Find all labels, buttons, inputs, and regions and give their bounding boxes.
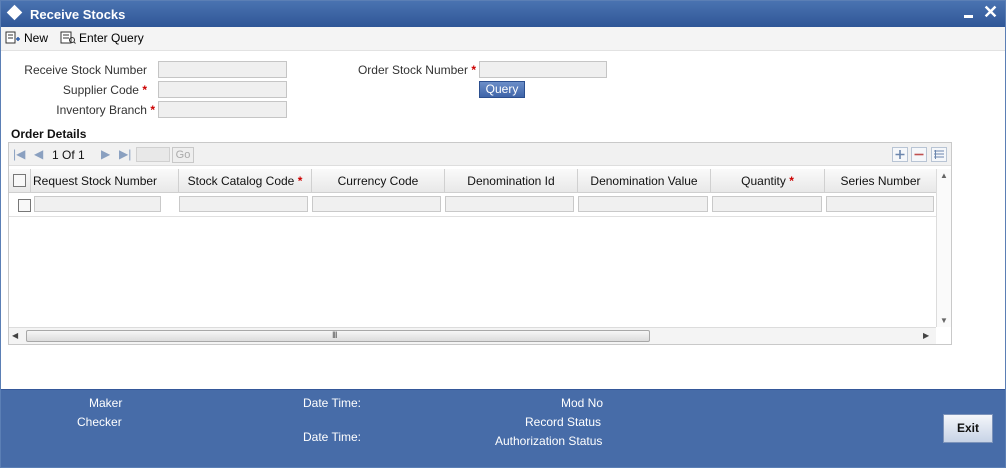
col-currency-code: Currency Code: [337, 174, 419, 188]
order-stock-number-label-text: Order Stock Number: [357, 63, 468, 77]
required-marker: *: [297, 174, 303, 188]
denomination-value-cell[interactable]: [578, 196, 708, 212]
scroll-down-icon[interactable]: ▼: [940, 316, 948, 325]
order-details-grid: |◀ ◀ 1 Of 1 ▶ ▶| Go Request Stock Number…: [8, 142, 952, 345]
page-number-input[interactable]: [136, 147, 170, 162]
last-page-icon[interactable]: ▶|: [119, 147, 131, 161]
inventory-branch-input[interactable]: [158, 101, 287, 118]
quantity-cell[interactable]: [712, 196, 822, 212]
receive-stock-number-input[interactable]: [158, 61, 287, 78]
new-record-icon: [5, 31, 20, 44]
next-page-icon[interactable]: ▶: [101, 147, 110, 161]
add-row-icon[interactable]: [892, 147, 908, 162]
row-divider: [9, 216, 936, 217]
required-marker: *: [789, 174, 794, 188]
maker-label: Maker: [89, 396, 123, 410]
checker-label: Checker: [77, 415, 122, 429]
total-pages: 1: [78, 148, 85, 162]
record-status-label: Record Status: [525, 415, 602, 429]
col-header[interactable]: Currency Code: [312, 169, 445, 193]
request-stock-number-cell[interactable]: [34, 196, 161, 212]
minimize-icon[interactable]: [963, 6, 975, 20]
page-indicator: 1 Of 1: [52, 148, 85, 162]
window-title: Receive Stocks: [30, 7, 126, 22]
col-header[interactable]: Stock Catalog Code *: [179, 169, 312, 193]
order-stock-number-label: Order Stock Number *: [331, 63, 476, 77]
horizontal-scrollbar[interactable]: ◀ III ▶: [9, 327, 936, 344]
receive-stock-number-label: Receive Stock Number: [24, 63, 147, 77]
required-marker: *: [150, 103, 155, 117]
stock-catalog-code-cell[interactable]: [179, 196, 308, 212]
col-denomination-value: Denomination Value: [590, 174, 698, 188]
supplier-code-input[interactable]: [158, 81, 287, 98]
supplier-code-label-text: Supplier Code: [62, 83, 139, 97]
app-diamond-icon: [6, 4, 23, 21]
delete-row-icon[interactable]: [911, 147, 927, 162]
new-button[interactable]: New: [5, 29, 48, 47]
denomination-id-cell[interactable]: [445, 196, 574, 212]
mod-no-label: Mod No: [561, 396, 604, 410]
receive-stocks-window: Receive Stocks ✕ New Enter Query Receive…: [0, 0, 1006, 468]
new-button-label: New: [24, 31, 49, 45]
required-marker: *: [142, 83, 147, 97]
go-button[interactable]: Go: [172, 147, 194, 163]
col-header[interactable]: Denomination Id: [445, 169, 578, 193]
col-header[interactable]: Request Stock Number: [31, 169, 179, 193]
scroll-right-icon[interactable]: ▶: [923, 331, 929, 340]
audit-footer: Maker Checker Date Time: Date Time: Mod …: [1, 389, 1005, 467]
inventory-branch-label-text: Inventory Branch: [56, 103, 147, 117]
grid-toolbar: |◀ ◀ 1 Of 1 ▶ ▶| Go: [9, 143, 951, 166]
of-label: Of: [62, 148, 75, 162]
inventory-branch-label: Inventory Branch *: [11, 103, 155, 117]
toolbar: New Enter Query: [1, 27, 1005, 51]
horizontal-scroll-thumb[interactable]: III: [26, 330, 650, 342]
checker-date-time-label: Date Time:: [303, 430, 362, 444]
row-checkbox[interactable]: [18, 199, 31, 212]
supplier-code-label: Supplier Code *: [11, 83, 147, 97]
scroll-grip: III: [332, 330, 337, 340]
grid-header-row: Request Stock Number Stock Catalog Code …: [9, 169, 936, 193]
col-stock-catalog-code: Stock Catalog Code: [187, 174, 295, 188]
select-all-cell: [9, 169, 31, 193]
col-header[interactable]: Denomination Value: [578, 169, 711, 193]
scroll-up-icon[interactable]: ▲: [940, 171, 948, 180]
exit-button[interactable]: Exit: [943, 414, 993, 443]
col-header[interactable]: Series Number: [825, 169, 936, 193]
currency-code-cell[interactable]: [312, 196, 441, 212]
query-button[interactable]: Query: [479, 81, 525, 98]
title-bar: Receive Stocks ✕: [1, 1, 1005, 27]
series-number-cell[interactable]: [826, 196, 934, 212]
col-denomination-id: Denomination Id: [467, 174, 555, 188]
col-quantity: Quantity: [741, 174, 786, 188]
maker-date-time-label: Date Time:: [303, 396, 362, 410]
required-marker: *: [471, 63, 476, 77]
enter-query-button[interactable]: Enter Query: [60, 29, 144, 47]
first-page-icon[interactable]: |◀: [13, 147, 25, 161]
scroll-left-icon[interactable]: ◀: [12, 331, 18, 340]
close-icon[interactable]: ✕: [983, 2, 998, 22]
enter-query-icon: [60, 31, 76, 44]
vertical-scrollbar[interactable]: ▲ ▼: [936, 169, 951, 327]
enter-query-label: Enter Query: [79, 31, 144, 45]
col-header[interactable]: Quantity *: [711, 169, 825, 193]
authorization-status-label: Authorization Status: [495, 434, 603, 448]
current-page: 1: [52, 148, 59, 162]
col-request-stock-number: Request Stock Number: [33, 174, 158, 188]
order-details-title: Order Details: [11, 127, 87, 141]
col-series-number: Series Number: [840, 174, 921, 188]
order-stock-number-input[interactable]: [479, 61, 607, 78]
select-all-checkbox[interactable]: [13, 174, 26, 187]
previous-page-icon[interactable]: ◀: [34, 147, 43, 161]
single-view-icon[interactable]: [931, 147, 947, 162]
